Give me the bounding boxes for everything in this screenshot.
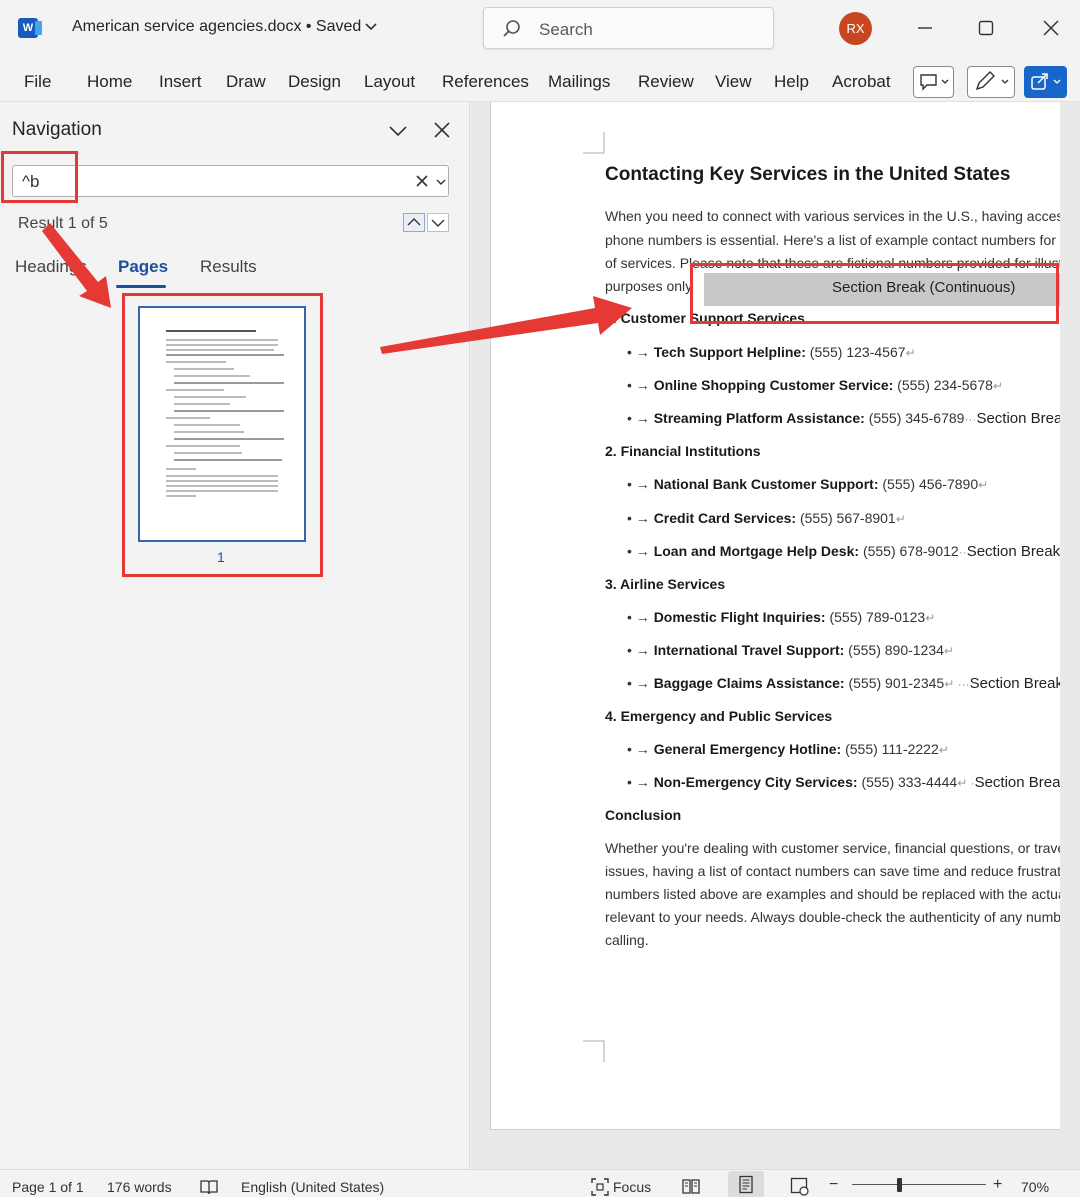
- annotation-arrow-right-icon: [380, 296, 632, 354]
- annotation-arrow-down-icon: [42, 223, 111, 308]
- annotation-arrows: [42, 223, 632, 354]
